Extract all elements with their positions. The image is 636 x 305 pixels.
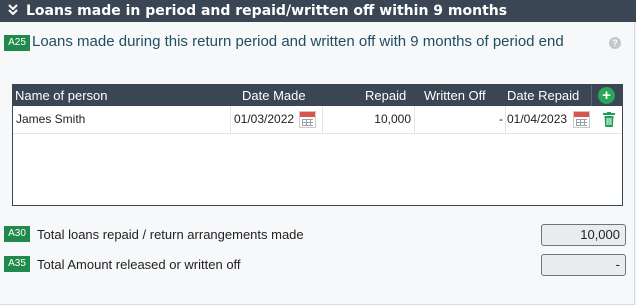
loans-table: Name of person Date Made Repaid Written … (12, 84, 623, 206)
total-loans-repaid-field: 10,000 (541, 224, 626, 246)
calendar-icon[interactable] (573, 111, 590, 128)
total-written-off-label: Total Amount released or written off (37, 257, 241, 272)
column-header-written-off: Written Off (424, 88, 486, 103)
trash-icon[interactable] (603, 112, 615, 127)
ref-badge-a25: A25 (4, 35, 30, 51)
question-circle-icon[interactable]: ? (609, 37, 621, 49)
column-header-date-repaid: Date Repaid (507, 88, 580, 103)
column-divider (505, 106, 506, 133)
cell-repaid[interactable]: 10,000 (323, 106, 411, 133)
ref-badge-a35: A35 (4, 256, 30, 272)
total-written-off-field: - (541, 254, 626, 276)
column-header-date-made: Date Made (242, 88, 306, 103)
double-chevron-down-icon[interactable] (8, 4, 18, 18)
cell-date-repaid[interactable]: 01/04/2023 (507, 106, 567, 133)
table-row: James Smith 01/03/2022 10,000 - 01/04/20… (13, 106, 622, 134)
calendar-icon[interactable] (299, 111, 316, 128)
ref-badge-a30: A30 (4, 226, 30, 242)
column-header-repaid: Repaid (365, 88, 407, 103)
cell-written-off[interactable]: - (415, 106, 503, 133)
total-loans-repaid-label: Total loans repaid / return arrangements… (37, 227, 304, 242)
cell-date-made[interactable]: 01/03/2022 (234, 106, 294, 133)
table-header: Name of person Date Made Repaid Written … (13, 85, 623, 106)
section-title: Loans made in period and repaid/written … (26, 3, 508, 19)
column-header-name: Name of person (15, 88, 108, 103)
plus-circle-icon[interactable]: + (598, 87, 615, 104)
table-subtitle: Loans made during this return period and… (32, 33, 564, 50)
column-divider (230, 106, 231, 133)
cell-name[interactable]: James Smith (16, 106, 85, 133)
section-header[interactable]: Loans made in period and repaid/written … (0, 0, 636, 22)
